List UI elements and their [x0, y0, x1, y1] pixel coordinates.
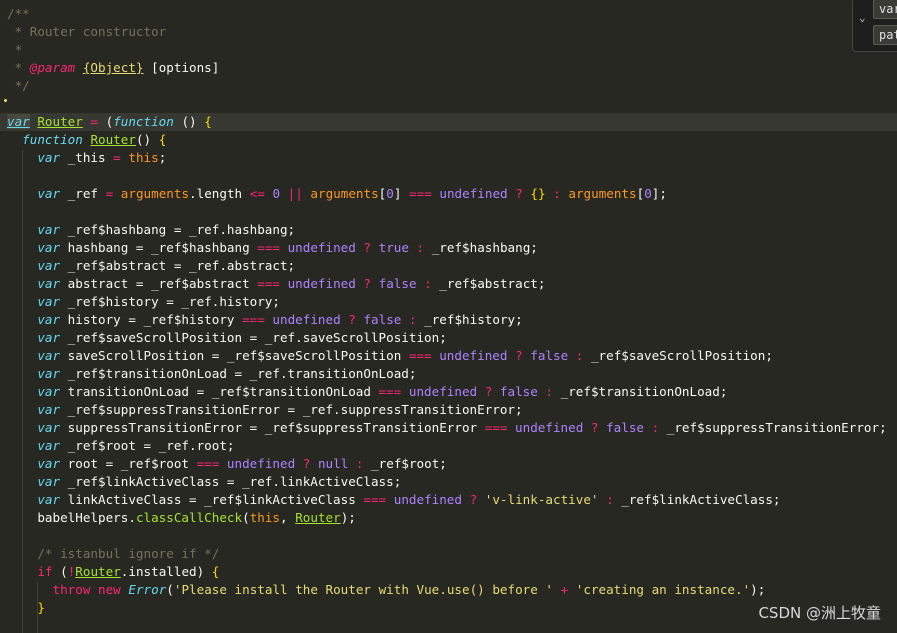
param-tag: @param — [29, 60, 76, 75]
code-line: * — [0, 41, 897, 59]
istanbul-comment: /* istanbul ignore if */ — [37, 546, 220, 561]
router-fn-name[interactable]: Router — [90, 132, 136, 147]
code-line: var root = _ref$root === undefined ? nul… — [37, 456, 447, 471]
suggestion-item[interactable]: path — [873, 25, 897, 45]
suggestion-item[interactable]: var — [873, 0, 897, 19]
code-line: babelHelpers.classCallCheck(this, Router… — [37, 510, 356, 525]
code-line: var _ref$suppressTransitionError = _ref.… — [37, 402, 523, 417]
comment-text: * Router constructor — [7, 24, 167, 39]
code-line: var hashbang = _ref$hashbang === undefin… — [37, 240, 538, 255]
keyword-function: function — [113, 114, 174, 129]
code-line: var _ref$saveScrollPosition = _ref.saveS… — [37, 330, 447, 345]
code-line: if (!Router.installed) { — [37, 564, 220, 579]
code-line: var abstract = _ref$abstract === undefin… — [37, 276, 546, 291]
code-line: function Router() { — [22, 132, 167, 147]
code-line: var _ref$abstract = _ref.abstract; — [37, 258, 296, 273]
comment-text: */ — [7, 78, 30, 93]
code-line-active[interactable]: var Router = (function () { — [0, 113, 897, 131]
code-line: var saveScrollPosition = _ref$saveScroll… — [37, 348, 773, 363]
code-editor[interactable]: /** * Router constructor * * @param {Obj… — [0, 0, 897, 633]
code-line: var _ref = arguments.length <= 0 || argu… — [37, 186, 667, 201]
code-line: /** — [0, 5, 897, 23]
code-line: /* istanbul ignore if */ — [0, 545, 897, 563]
code-line: * Router constructor — [0, 23, 897, 41]
code-line: var history = _ref$history === undefined… — [37, 312, 523, 327]
code-line: var _ref$linkActiveClass = _ref.linkActi… — [37, 474, 402, 489]
param-type: {Object} — [82, 60, 144, 75]
code-line: var _ref$hashbang = _ref.hashbang; — [37, 222, 296, 237]
keyword-var: var — [7, 114, 30, 129]
chevron-down-icon[interactable]: ⌄ — [859, 11, 866, 24]
code-line: */ — [0, 77, 897, 95]
router-identifier[interactable]: Router — [37, 114, 83, 129]
param-name: [options] — [151, 60, 220, 75]
code-line: var suppressTransitionError = _ref$suppr… — [37, 420, 887, 435]
code-line: var linkActiveClass = _ref$linkActiveCla… — [37, 492, 781, 507]
router-reference[interactable]: Router — [75, 564, 121, 579]
code-line: var _ref$root = _ref.root; — [37, 438, 235, 453]
code-line: var _this = this; — [37, 150, 167, 165]
comment-text: * — [7, 42, 23, 57]
code-line: * @param {Object} [options] — [7, 60, 220, 75]
gutter-dot — [4, 99, 7, 102]
comment-text: /** — [7, 6, 30, 21]
code-line: var transitionOnLoad = _ref$transitionOn… — [37, 384, 728, 399]
code-line: var _ref$transitionOnLoad = _ref.transit… — [37, 366, 417, 381]
code-line: var _ref$history = _ref.history; — [37, 294, 280, 309]
code-line: throw new Error('Please install the Rout… — [52, 582, 766, 597]
watermark: CSDN @洲上牧童 — [758, 604, 881, 622]
router-reference[interactable]: Router — [295, 510, 341, 525]
suggestion-widget[interactable]: ⌄ var path — [852, 0, 897, 52]
